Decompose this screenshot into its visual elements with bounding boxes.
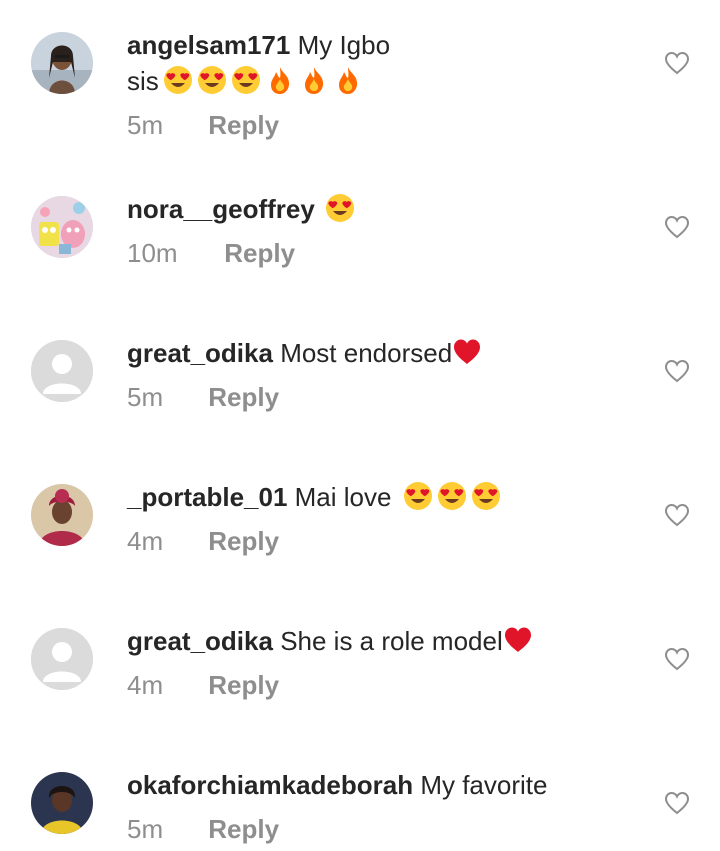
comment-username[interactable]: okaforchiamkadeborah: [127, 770, 413, 800]
avatar[interactable]: [31, 340, 93, 402]
comment-meta: 5m Reply: [127, 811, 627, 847]
comment-username[interactable]: _portable_01: [127, 482, 287, 512]
like-heart-icon[interactable]: [664, 503, 690, 527]
reply-button[interactable]: Reply: [208, 110, 279, 140]
comment-text-continued: sis: [127, 63, 627, 99]
reply-button[interactable]: Reply: [208, 814, 279, 844]
comment-text: great_odika She is a role model: [127, 623, 627, 659]
avatar[interactable]: [31, 628, 93, 690]
user-photo-icon: [31, 32, 93, 94]
comment-body: Mai love: [294, 482, 392, 512]
comment-body: Most endorsed: [280, 338, 453, 368]
comments-list: angelsam171 My Igbo sis 5m Reply nora__g…: [0, 0, 720, 851]
comment-meta: 4m Reply: [127, 667, 627, 703]
comment-timestamp: 4m: [127, 670, 164, 700]
like-heart-icon[interactable]: [664, 51, 690, 75]
avatar[interactable]: [31, 196, 93, 258]
comment-username[interactable]: angelsam171: [127, 30, 290, 60]
user-photo-icon: [31, 772, 93, 834]
comment-text: nora__geoffrey: [127, 191, 627, 227]
comment-username[interactable]: great_odika: [127, 626, 273, 656]
like-heart-icon[interactable]: [664, 359, 690, 383]
heart-eyes-emoji-icon: [231, 65, 261, 95]
comment-meta: 5m Reply: [127, 379, 627, 415]
avatar[interactable]: [31, 484, 93, 546]
heart-eyes-emoji-icon: [197, 65, 227, 95]
heart-eyes-emoji-icon: [163, 65, 193, 95]
comment-timestamp: 4m: [127, 526, 164, 556]
cartoon-avatar-icon: [31, 196, 93, 258]
heart-eyes-emoji-icon: [437, 481, 467, 511]
comment-timestamp: 10m: [127, 238, 178, 268]
heart-eyes-emoji-icon: [403, 481, 433, 511]
fire-emoji-icon: [333, 65, 363, 95]
comment-meta: 10m Reply: [127, 235, 627, 271]
comment-timestamp: 5m: [127, 814, 164, 844]
reply-button[interactable]: Reply: [208, 526, 279, 556]
comment-body: My Igbo: [297, 30, 391, 60]
comment-text: okaforchiamkadeborah My favorite: [127, 767, 627, 803]
comment-body: My favorite: [420, 770, 548, 800]
comment-text: great_odika Most endorsed: [127, 335, 627, 371]
default-avatar-icon: [31, 628, 93, 690]
like-heart-icon[interactable]: [664, 791, 690, 815]
red-heart-emoji-icon: [503, 625, 533, 655]
fire-emoji-icon: [299, 65, 329, 95]
comment-text: _portable_01 Mai love: [127, 479, 627, 515]
comment-body: She is a role model: [280, 626, 503, 656]
default-avatar-icon: [31, 340, 93, 402]
avatar[interactable]: [31, 772, 93, 834]
comment-meta: 5m Reply: [127, 107, 627, 143]
comment-timestamp: 5m: [127, 382, 164, 412]
red-heart-emoji-icon: [452, 337, 482, 367]
comment-body-continued: sis: [127, 66, 159, 96]
reply-button[interactable]: Reply: [208, 382, 279, 412]
heart-eyes-emoji-icon: [325, 193, 355, 223]
comment-timestamp: 5m: [127, 110, 164, 140]
comment-username[interactable]: great_odika: [127, 338, 273, 368]
fire-emoji-icon: [265, 65, 295, 95]
comment-username[interactable]: nora__geoffrey: [127, 194, 315, 224]
comment-text: angelsam171 My Igbo: [127, 27, 627, 63]
avatar[interactable]: [31, 32, 93, 94]
like-heart-icon[interactable]: [664, 215, 690, 239]
like-heart-icon[interactable]: [664, 647, 690, 671]
reply-button[interactable]: Reply: [208, 670, 279, 700]
comment-meta: 4m Reply: [127, 523, 627, 559]
reply-button[interactable]: Reply: [224, 238, 295, 268]
heart-eyes-emoji-icon: [471, 481, 501, 511]
user-photo-icon: [31, 484, 93, 546]
